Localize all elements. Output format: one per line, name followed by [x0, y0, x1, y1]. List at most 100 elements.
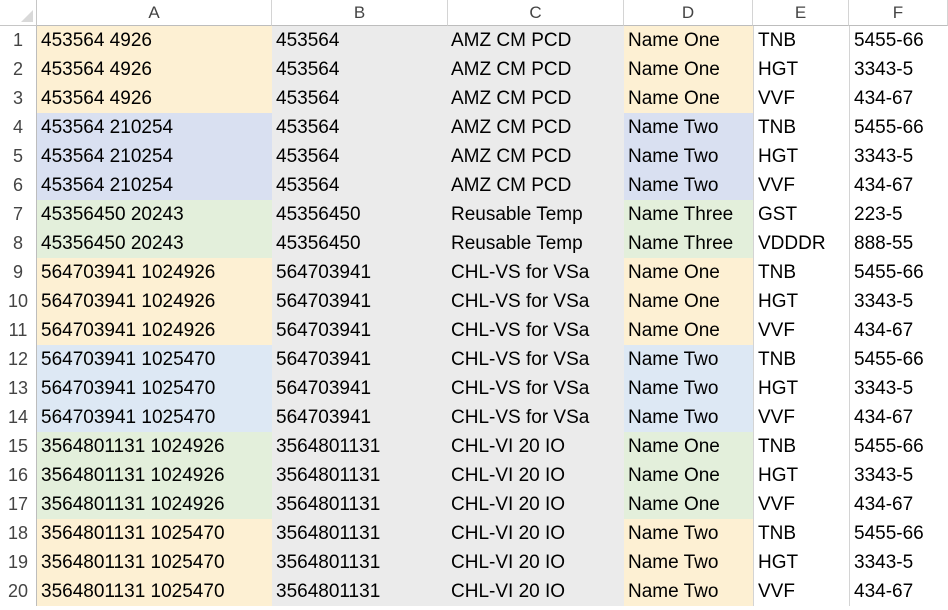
cell-e[interactable]: VVF [753, 577, 849, 606]
cell-c[interactable]: CHL-VI 20 IO [448, 519, 624, 548]
cell-b[interactable]: 453564 [272, 171, 448, 200]
cell-c[interactable]: CHL-VS for VSa [448, 403, 624, 432]
cell-a[interactable]: 564703941 1024926 [37, 287, 272, 316]
cell-e[interactable]: TNB [753, 26, 849, 55]
cell-d[interactable]: Name Two [624, 142, 753, 171]
row-header[interactable]: 19 [0, 548, 37, 577]
column-header-b[interactable]: B [272, 0, 448, 26]
row-header[interactable]: 15 [0, 432, 37, 461]
cell-e[interactable]: VDDDR [753, 229, 849, 258]
column-header-c[interactable]: C [448, 0, 624, 26]
row-header[interactable]: 7 [0, 200, 37, 229]
cell-b[interactable]: 3564801131 [272, 519, 448, 548]
cell-b[interactable]: 3564801131 [272, 461, 448, 490]
cell-e[interactable]: HGT [753, 374, 849, 403]
cell-a[interactable]: 564703941 1025470 [37, 345, 272, 374]
cell-e[interactable]: TNB [753, 345, 849, 374]
cell-c[interactable]: CHL-VI 20 IO [448, 577, 624, 606]
row-header[interactable]: 20 [0, 577, 37, 606]
cell-c[interactable]: AMZ CM PCD [448, 142, 624, 171]
cell-c[interactable]: CHL-VS for VSa [448, 287, 624, 316]
cell-e[interactable]: VVF [753, 171, 849, 200]
cell-a[interactable]: 453564 4926 [37, 55, 272, 84]
cell-e[interactable]: HGT [753, 55, 849, 84]
cell-e[interactable]: HGT [753, 548, 849, 577]
cell-f[interactable]: 5455-66 [849, 519, 948, 548]
row-header[interactable]: 5 [0, 142, 37, 171]
cell-f[interactable]: 434-67 [849, 577, 948, 606]
cell-a[interactable]: 45356450 20243 [37, 200, 272, 229]
cell-d[interactable]: Name One [624, 432, 753, 461]
cell-d[interactable]: Name Two [624, 519, 753, 548]
cell-f[interactable]: 3343-5 [849, 548, 948, 577]
cell-b[interactable]: 45356450 [272, 200, 448, 229]
cell-c[interactable]: CHL-VS for VSa [448, 316, 624, 345]
cell-f[interactable]: 434-67 [849, 490, 948, 519]
cell-d[interactable]: Name Two [624, 171, 753, 200]
cell-b[interactable]: 3564801131 [272, 432, 448, 461]
cell-f[interactable]: 434-67 [849, 316, 948, 345]
row-header[interactable]: 12 [0, 345, 37, 374]
cell-c[interactable]: Reusable Temp [448, 229, 624, 258]
cell-a[interactable]: 3564801131 1024926 [37, 490, 272, 519]
cell-f[interactable]: 434-67 [849, 84, 948, 113]
cell-f[interactable]: 3343-5 [849, 55, 948, 84]
cell-d[interactable]: Name One [624, 461, 753, 490]
cell-c[interactable]: CHL-VI 20 IO [448, 461, 624, 490]
cell-f[interactable]: 3343-5 [849, 287, 948, 316]
row-header[interactable]: 18 [0, 519, 37, 548]
cell-f[interactable]: 434-67 [849, 403, 948, 432]
cell-a[interactable]: 564703941 1025470 [37, 374, 272, 403]
cell-b[interactable]: 3564801131 [272, 577, 448, 606]
row-header[interactable]: 14 [0, 403, 37, 432]
cell-c[interactable]: CHL-VS for VSa [448, 258, 624, 287]
cell-e[interactable]: VVF [753, 490, 849, 519]
cell-d[interactable]: Name One [624, 26, 753, 55]
cell-b[interactable]: 3564801131 [272, 490, 448, 519]
row-header[interactable]: 17 [0, 490, 37, 519]
row-header[interactable]: 11 [0, 316, 37, 345]
cell-e[interactable]: HGT [753, 142, 849, 171]
cell-f[interactable]: 223-5 [849, 200, 948, 229]
cell-d[interactable]: Name One [624, 84, 753, 113]
cell-d[interactable]: Name Two [624, 374, 753, 403]
cell-b[interactable]: 453564 [272, 26, 448, 55]
cell-f[interactable]: 5455-66 [849, 113, 948, 142]
cell-e[interactable]: VVF [753, 316, 849, 345]
row-header[interactable]: 2 [0, 55, 37, 84]
cell-f[interactable]: 5455-66 [849, 258, 948, 287]
cell-c[interactable]: AMZ CM PCD [448, 55, 624, 84]
cell-f[interactable]: 5455-66 [849, 345, 948, 374]
cell-a[interactable]: 453564 210254 [37, 113, 272, 142]
cell-e[interactable]: TNB [753, 258, 849, 287]
cell-b[interactable]: 3564801131 [272, 548, 448, 577]
cell-c[interactable]: CHL-VI 20 IO [448, 490, 624, 519]
cell-f[interactable]: 5455-66 [849, 26, 948, 55]
cell-c[interactable]: AMZ CM PCD [448, 171, 624, 200]
cell-f[interactable]: 3343-5 [849, 461, 948, 490]
cell-f[interactable]: 5455-66 [849, 432, 948, 461]
cell-d[interactable]: Name One [624, 287, 753, 316]
cell-c[interactable]: AMZ CM PCD [448, 113, 624, 142]
cell-f[interactable]: 3343-5 [849, 374, 948, 403]
cell-b[interactable]: 564703941 [272, 287, 448, 316]
cell-c[interactable]: CHL-VI 20 IO [448, 432, 624, 461]
cell-e[interactable]: TNB [753, 432, 849, 461]
row-header[interactable]: 1 [0, 26, 37, 55]
cell-f[interactable]: 888-55 [849, 229, 948, 258]
cell-e[interactable]: TNB [753, 519, 849, 548]
cell-e[interactable]: VVF [753, 403, 849, 432]
row-header[interactable]: 9 [0, 258, 37, 287]
cell-c[interactable]: AMZ CM PCD [448, 84, 624, 113]
column-header-d[interactable]: D [624, 0, 753, 26]
cell-a[interactable]: 564703941 1024926 [37, 316, 272, 345]
cell-a[interactable]: 453564 4926 [37, 26, 272, 55]
cell-f[interactable]: 434-67 [849, 171, 948, 200]
cell-d[interactable]: Name Three [624, 229, 753, 258]
cell-d[interactable]: Name One [624, 55, 753, 84]
cell-b[interactable]: 564703941 [272, 258, 448, 287]
cell-c[interactable]: AMZ CM PCD [448, 26, 624, 55]
column-header-a[interactable]: A [37, 0, 272, 26]
cell-d[interactable]: Name One [624, 258, 753, 287]
cell-b[interactable]: 453564 [272, 113, 448, 142]
